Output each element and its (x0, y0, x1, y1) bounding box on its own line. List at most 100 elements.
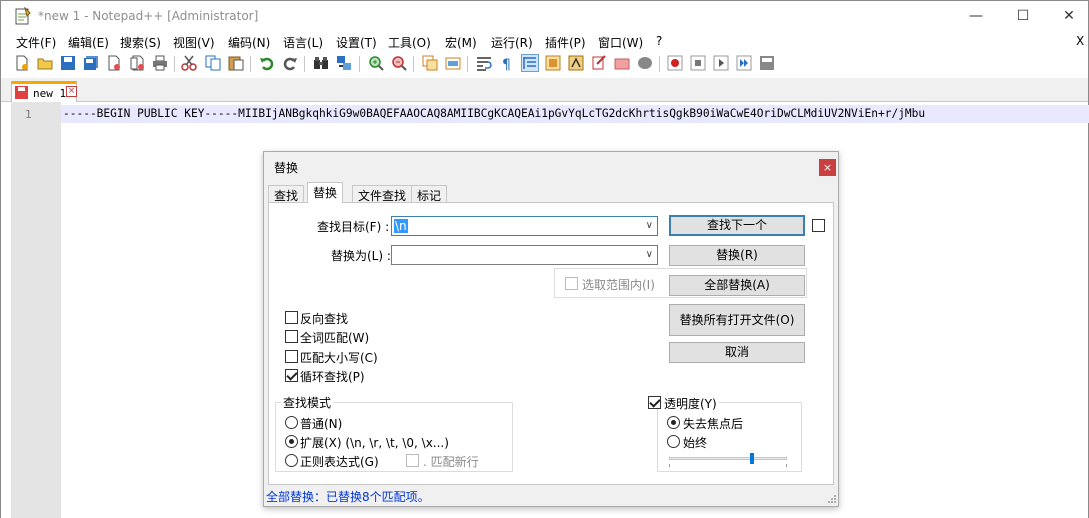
menu-view[interactable]: 视图(V) (173, 34, 215, 51)
match-case-checkbox[interactable] (285, 350, 298, 363)
show-all-chars-icon[interactable]: ¶ (499, 55, 515, 71)
menu-bar: 文件(F) 编辑(E) 搜索(S) 视图(V) 编码(N) 语言(L) 设置(T… (1, 32, 1088, 52)
mode-normal-label: 普通(N) (300, 417, 343, 431)
find-next-button[interactable]: 查找下一个 (669, 215, 805, 236)
save-all-icon[interactable] (83, 55, 99, 71)
chevron-down-icon[interactable]: ∨ (646, 249, 653, 260)
find-icon[interactable] (313, 55, 329, 71)
minimize-button[interactable]: — (953, 1, 999, 31)
macro-bubble-icon[interactable] (637, 55, 653, 71)
replace-with-combo[interactable]: ∨ (391, 245, 658, 265)
toolbar-separator (250, 56, 251, 72)
notepadpp-app-icon (15, 7, 31, 25)
menu-edit[interactable]: 编辑(E) (68, 34, 109, 51)
menu-file[interactable]: 文件(F) (16, 34, 56, 51)
tab-find[interactable]: 查找 (268, 185, 305, 203)
close-all-icon[interactable] (129, 55, 145, 71)
in-selection-checkbox[interactable] (565, 277, 578, 290)
resize-grip-icon[interactable] (828, 495, 837, 504)
slider-tick (669, 464, 670, 467)
macro-stop-icon[interactable] (690, 55, 706, 71)
macro-play-icon[interactable] (713, 55, 729, 71)
cut-icon[interactable] (181, 55, 197, 71)
close-document-x[interactable]: X (1076, 34, 1084, 48)
zoom-in-icon[interactable] (368, 55, 384, 71)
transparency-slider-track[interactable] (669, 457, 787, 460)
mode-normal-radio[interactable] (285, 416, 298, 429)
save-icon[interactable] (60, 55, 76, 71)
paste-icon[interactable] (228, 55, 244, 71)
monitoring-icon[interactable] (614, 55, 630, 71)
replace-with-label: 替换为(L) : (331, 249, 391, 263)
title-bar: *new 1 - Notepad++ [Administrator] — ☐ ✕ (1, 1, 1088, 31)
document-map-icon[interactable] (545, 55, 561, 71)
transparency-slider-thumb[interactable] (750, 453, 754, 464)
tab-new-1[interactable]: new 1 × (11, 81, 77, 102)
mode-extended-radio[interactable] (285, 435, 298, 448)
on-lose-focus-radio[interactable] (667, 416, 680, 429)
tab-replace[interactable]: 替换 (307, 182, 344, 203)
replace-all-open-docs-button[interactable]: 替换所有打开文件(O) (669, 304, 805, 336)
find-next-extra-checkbox[interactable] (812, 219, 825, 232)
backward-search-checkbox[interactable] (285, 311, 298, 324)
menu-encoding[interactable]: 编码(N) (228, 34, 270, 51)
menu-language[interactable]: 语言(L) (283, 34, 323, 51)
folder-workspace-icon[interactable] (591, 55, 607, 71)
indent-guide-icon[interactable] (521, 54, 539, 72)
replace-button[interactable]: 替换(R) (669, 245, 805, 266)
dialog-close-button[interactable]: × (819, 159, 836, 176)
dot-matches-newline-label: . 匹配新行 (423, 455, 479, 469)
print-icon[interactable] (152, 55, 168, 71)
replace-icon[interactable] (336, 55, 352, 71)
tab-find-in-files[interactable]: 文件查找 (352, 185, 413, 203)
cancel-button[interactable]: 取消 (669, 342, 805, 363)
copy-icon[interactable] (205, 55, 221, 71)
menu-tools[interactable]: 工具(O) (388, 34, 431, 51)
notepadpp-window: *new 1 - Notepad++ [Administrator] — ☐ ✕… (0, 0, 1089, 518)
transparency-checkbox[interactable] (648, 396, 661, 409)
sync-vertical-icon[interactable] (422, 55, 438, 71)
undo-icon[interactable] (259, 55, 275, 71)
replace-all-button[interactable]: 全部替换(A) (669, 275, 805, 296)
tab-close-icon[interactable]: × (66, 86, 77, 97)
whole-word-checkbox[interactable] (285, 330, 298, 343)
menu-search[interactable]: 搜索(S) (120, 34, 161, 51)
toolbar-separator (659, 56, 660, 72)
dialog-title: 替换 (274, 161, 299, 175)
menu-help[interactable]: ? (656, 34, 662, 48)
zoom-out-icon[interactable] (391, 55, 407, 71)
wrap-around-label: 循环查找(P) (300, 370, 365, 384)
menu-run[interactable]: 运行(R) (491, 34, 533, 51)
open-file-icon[interactable] (37, 55, 53, 71)
toolbar-separator (359, 56, 360, 72)
toolbar-separator (413, 56, 414, 72)
toolbar: ¶ (1, 52, 1088, 76)
tab-mark[interactable]: 标记 (411, 185, 448, 203)
wrap-around-checkbox[interactable] (285, 369, 298, 382)
dot-matches-newline-checkbox[interactable] (406, 454, 419, 467)
menu-macro[interactable]: 宏(M) (445, 34, 477, 51)
mode-regex-radio[interactable] (285, 454, 298, 467)
backward-search-label: 反向查找 (300, 312, 349, 326)
redo-icon[interactable] (282, 55, 298, 71)
find-what-label: 查找目标(F) : (317, 220, 390, 234)
menu-window[interactable]: 窗口(W) (598, 34, 643, 51)
svg-text:¶: ¶ (502, 57, 511, 71)
menu-plugins[interactable]: 插件(P) (545, 34, 586, 51)
word-wrap-icon[interactable] (476, 55, 492, 71)
find-what-combo[interactable]: \n ∨ (391, 216, 658, 236)
menu-settings[interactable]: 设置(T) (336, 34, 377, 51)
chevron-down-icon[interactable]: ∨ (646, 220, 653, 231)
macro-run-multiple-icon[interactable] (736, 55, 752, 71)
close-icon[interactable] (106, 55, 122, 71)
always-radio[interactable] (667, 435, 680, 448)
new-file-icon[interactable] (14, 55, 30, 71)
function-list-icon[interactable] (568, 55, 584, 71)
maximize-button[interactable]: ☐ (1000, 1, 1046, 31)
sync-horizontal-icon[interactable] (445, 55, 461, 71)
macro-save-icon[interactable] (759, 55, 775, 71)
close-window-button[interactable]: ✕ (1046, 1, 1089, 31)
editor-line-text[interactable]: -----BEGIN PUBLIC KEY-----MIIBIjANBgkqhk… (63, 107, 1089, 121)
replace-dialog: 替换 × 查找 替换 文件查找 标记 查找目标(F) : \n ∨ 替换为(L)… (263, 151, 839, 507)
macro-record-icon[interactable] (667, 55, 683, 71)
